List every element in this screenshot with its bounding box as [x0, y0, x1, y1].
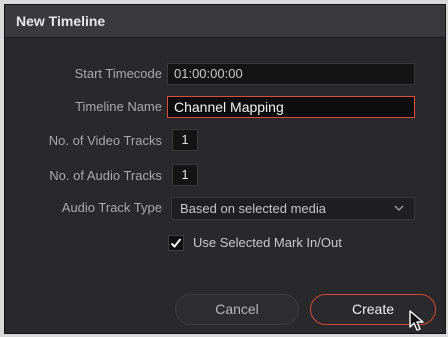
chevron-down-icon — [394, 205, 404, 211]
timeline-name-label: Timeline Name — [75, 99, 162, 114]
start-timecode-field[interactable]: 01:00:00:00 — [167, 63, 415, 85]
checkmark-icon — [170, 238, 182, 248]
audio-track-type-value: Based on selected media — [180, 201, 326, 216]
use-marks-label: Use Selected Mark In/Out — [193, 235, 342, 250]
audio-tracks-label: No. of Audio Tracks — [49, 168, 162, 183]
start-timecode-label: Start Timecode — [74, 66, 162, 81]
timeline-name-field[interactable]: Channel Mapping — [167, 96, 415, 118]
mouse-pointer-icon — [409, 310, 424, 331]
dialog-titlebar: New Timeline — [5, 5, 445, 38]
new-timeline-dialog: New Timeline Start Timecode 01:00:00:00 … — [4, 4, 446, 334]
audio-track-type-label: Audio Track Type — [61, 200, 162, 215]
video-tracks-field[interactable]: 1 — [172, 129, 198, 151]
cancel-button[interactable]: Cancel — [175, 294, 299, 325]
video-tracks-label: No. of Video Tracks — [48, 133, 162, 148]
audio-track-type-select[interactable]: Based on selected media — [171, 197, 415, 220]
use-marks-checkbox[interactable] — [168, 235, 184, 251]
dialog-title: New Timeline — [16, 13, 106, 29]
audio-tracks-field[interactable]: 1 — [172, 164, 198, 186]
